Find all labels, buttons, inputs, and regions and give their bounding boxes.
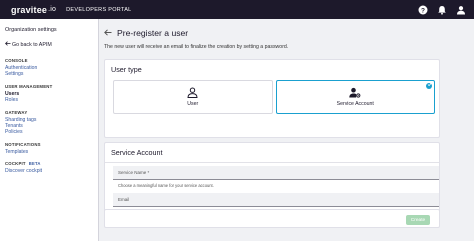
create-button[interactable]: Create [406, 215, 430, 225]
arrow-left-icon [5, 41, 12, 48]
back-arrow-icon[interactable] [104, 28, 112, 38]
page-header: Pre-register a user [104, 28, 440, 38]
logo-suffix: .io [48, 6, 57, 13]
sidebar-item-roles[interactable]: Roles [5, 97, 98, 103]
divider [105, 162, 439, 163]
service-account-card: Service Account Service Name * Choose a … [104, 142, 440, 218]
service-name-hint: Choose a meaningful name for your servic… [118, 182, 214, 188]
user-type-card: User type User Service Account [104, 59, 440, 138]
page-title: Pre-register a user [117, 28, 189, 38]
main-content: Pre-register a user The new user will re… [104, 19, 440, 228]
user-type-option-service-account[interactable]: Service Account [275, 80, 435, 114]
sidebar-section-user-management: USER MANAGEMENT Users Roles [5, 84, 98, 104]
cockpit-label: COCKPIT [5, 161, 26, 167]
beta-badge: BETA [28, 161, 41, 167]
user-type-label-service-account: Service Account [336, 101, 374, 107]
service-account-title: Service Account [111, 148, 163, 157]
sidebar-item-discover-cockpit[interactable]: Discover cockpit [5, 168, 98, 174]
service-name-input[interactable]: Service Name * [113, 166, 439, 180]
sidebar-title: Organization settings [5, 27, 57, 33]
sidebar-item-policies[interactable]: Policies [5, 129, 98, 135]
section-label: GATEWAY [5, 109, 28, 115]
page-subtitle: The new user will receive an email to fi… [104, 44, 289, 50]
person-icon [187, 87, 198, 98]
portal-label: DEVELOPERS PORTAL [66, 6, 132, 13]
go-back-label: Go back to APIM [12, 41, 52, 48]
sidebar-section-notifications: NOTIFICATIONS Templates [5, 142, 98, 155]
user-type-title: User type [111, 65, 142, 74]
sidebar-section-console: CONSOLE Authentication Settings [5, 58, 98, 78]
top-bar: gravitee .io DEVELOPERS PORTAL ? [0, 0, 474, 19]
sidebar-section-gateway: GATEWAY Sharding tags Tenants Policies [5, 110, 98, 136]
user-type-option-user[interactable]: User [113, 80, 273, 114]
section-label: NOTIFICATIONS [5, 141, 41, 147]
go-back-link[interactable]: Go back to APIM [5, 41, 98, 48]
help-icon[interactable]: ? [417, 4, 428, 15]
sidebar-item-settings[interactable]: Settings [5, 71, 98, 77]
section-label: CONSOLE [5, 58, 28, 63]
bell-icon[interactable] [436, 4, 447, 15]
user-icon[interactable] [455, 4, 466, 15]
user-type-label-user: User [187, 101, 199, 107]
actions-card: Create [104, 209, 440, 228]
gravitee-logo[interactable]: gravitee .io [11, 5, 56, 15]
logo-text: gravitee [11, 4, 48, 15]
sidebar-item-templates[interactable]: Templates [5, 149, 98, 155]
service-account-icon [349, 87, 361, 98]
sidebar-section-cockpit: COCKPIT BETA Discover cockpit [5, 161, 98, 174]
email-input[interactable]: Email [113, 193, 439, 207]
section-label: USER MANAGEMENT [5, 83, 53, 89]
section-label: COCKPIT BETA [5, 161, 98, 166]
svg-text:?: ? [421, 7, 425, 14]
sidebar: Organization settings Go back to APIM CO… [0, 19, 99, 241]
checkmark-icon [426, 83, 432, 89]
